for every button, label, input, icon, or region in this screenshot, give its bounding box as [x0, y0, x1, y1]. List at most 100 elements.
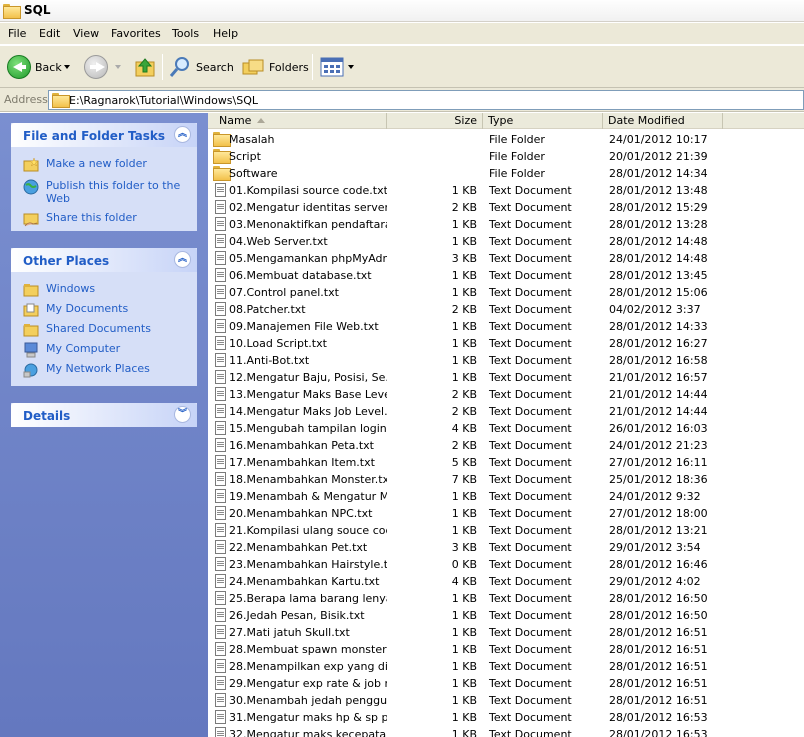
folders-button[interactable]: Folders — [241, 53, 309, 81]
file-row[interactable]: 08.Patcher.txt 2 KB Text Document 04/02/201… — [208, 301, 804, 318]
file-row[interactable]: 28.Menampilkan exp yang di ... 1 KB Text D… — [208, 658, 804, 675]
text-file-icon — [213, 676, 229, 691]
column-size[interactable]: Size — [387, 113, 483, 129]
file-type: Text Document — [489, 252, 572, 265]
panel-title: Other Places — [23, 254, 110, 268]
text-file-icon — [213, 591, 229, 606]
panel-header[interactable]: File and Folder Tasks ︽ — [11, 123, 197, 147]
menu-view[interactable]: View — [73, 27, 99, 40]
column-name[interactable]: Name — [208, 113, 387, 129]
address-path: E:\Ragnarok\Tutorial\Windows\SQL — [69, 94, 259, 107]
shared-folder-icon — [23, 324, 39, 337]
forward-button[interactable] — [84, 53, 108, 81]
menu-edit[interactable]: Edit — [39, 27, 60, 40]
menu-tools[interactable]: Tools — [172, 27, 199, 40]
file-type: Text Document — [489, 643, 572, 656]
file-type: Text Document — [489, 320, 572, 333]
file-row[interactable]: 21.Kompilasi ulang souce cod... 1 KB Text … — [208, 522, 804, 539]
file-type: Text Document — [489, 269, 572, 282]
column-type[interactable]: Type — [483, 113, 603, 129]
file-row[interactable]: 20.Menambahkan NPC.txt 1 KB Text Document 2… — [208, 505, 804, 522]
file-row[interactable]: 13.Mengatur Maks Base Level... 2 KB Text D… — [208, 386, 804, 403]
file-size: 1 KB — [451, 643, 477, 656]
file-type: Text Document — [489, 184, 572, 197]
file-row[interactable]: 27.Mati jatuh Skull.txt 1 KB Text Document… — [208, 624, 804, 641]
file-row[interactable]: 11.Anti-Bot.txt 1 KB Text Document 28/01/20… — [208, 352, 804, 369]
file-row[interactable]: 09.Manajemen File Web.txt 1 KB Text Docume… — [208, 318, 804, 335]
file-row[interactable]: 14.Mengatur Maks Job Level.txt 2 KB Text D… — [208, 403, 804, 420]
file-row[interactable]: 22.Menambahkan Pet.txt 3 KB Text Document 2… — [208, 539, 804, 556]
menu-favorites[interactable]: Favorites — [111, 27, 161, 40]
share-folder-icon — [23, 213, 39, 227]
text-file-icon — [213, 268, 229, 283]
collapse-up-icon[interactable]: ︽ — [174, 251, 191, 268]
file-row[interactable]: 03.Menonaktifkan pendaftara... 1 KB Text D… — [208, 216, 804, 233]
file-row[interactable]: 32.Mengatur maks kecepatan ... 1 KB Text D… — [208, 726, 804, 737]
file-row[interactable]: Script File Folder 20/01/2012 21:39 — [208, 148, 804, 165]
file-date: 28/01/2012 16:50 — [609, 609, 708, 622]
text-file-icon — [213, 302, 229, 317]
text-file-icon — [213, 574, 229, 589]
file-row[interactable]: 23.Menambahkan Hairstyle.txt 0 KB Text Doc… — [208, 556, 804, 573]
file-row[interactable]: 15.Mengubah tampilan login.txt 4 KB Text D… — [208, 420, 804, 437]
file-row[interactable]: 26.Jedah Pesan, Bisik.txt 1 KB Text Docume… — [208, 607, 804, 624]
file-size: 2 KB — [451, 201, 477, 214]
file-row[interactable]: Software File Folder 28/01/2012 14:34 — [208, 165, 804, 182]
file-row[interactable]: 16.Menambahkan Peta.txt 2 KB Text Document… — [208, 437, 804, 454]
toolbar-separator — [162, 54, 163, 80]
toolbar-separator — [312, 54, 313, 80]
up-button[interactable] — [133, 53, 157, 81]
file-row[interactable]: 31.Mengatur maks hp & sp pe... 1 KB Text D… — [208, 709, 804, 726]
file-type: Text Document — [489, 541, 572, 554]
column-date-modified[interactable]: Date Modified — [603, 113, 723, 129]
address-input[interactable]: E:\Ragnarok\Tutorial\Windows\SQL — [48, 90, 804, 110]
menu-help[interactable]: Help — [213, 27, 238, 40]
search-button[interactable]: Search — [168, 53, 234, 81]
place-my-documents[interactable]: My Documents — [11, 302, 197, 318]
panel-header[interactable]: Other Places ︽ — [11, 248, 197, 272]
file-row[interactable]: 04.Web Server.txt 1 KB Text Document 28/01/… — [208, 233, 804, 250]
file-row[interactable]: 25.Berapa lama barang lenya... 1 KB Text D… — [208, 590, 804, 607]
file-row[interactable]: 30.Menambah jedah penggun... 1 KB Text Doc… — [208, 692, 804, 709]
text-file-icon — [213, 285, 229, 300]
file-row[interactable]: Masalah File Folder 24/01/2012 10:17 — [208, 131, 804, 148]
panel-header[interactable]: Details ︾ — [11, 403, 197, 427]
file-date: 21/01/2012 14:44 — [609, 388, 708, 401]
back-button[interactable]: Back — [7, 53, 62, 81]
file-row[interactable]: 28.Membuat spawn monster s... 1 KB Text Do… — [208, 641, 804, 658]
file-type: Text Document — [489, 711, 572, 724]
expand-down-icon[interactable]: ︾ — [174, 406, 191, 423]
file-name: 16.Menambahkan Peta.txt — [229, 439, 374, 452]
make-new-folder-link[interactable]: Make a new folder — [11, 157, 197, 173]
place-windows[interactable]: Windows — [11, 282, 197, 298]
place-my-network-places[interactable]: My Network Places — [11, 362, 197, 378]
file-row[interactable]: 18.Menambahkan Monster.txt 7 KB Text Docum… — [208, 471, 804, 488]
publish-folder-link[interactable]: Publish this folder to the Web — [11, 179, 197, 205]
file-name: 25.Berapa lama barang lenya... — [229, 592, 387, 605]
forward-dropdown[interactable] — [115, 53, 121, 81]
file-row[interactable]: 12.Mengatur Baju, Posisi, Se... 1 KB Text … — [208, 369, 804, 386]
views-button[interactable] — [320, 53, 354, 81]
file-row[interactable]: 10.Load Script.txt 1 KB Text Document 28/01… — [208, 335, 804, 352]
place-my-computer[interactable]: My Computer — [11, 342, 197, 358]
file-date: 20/01/2012 21:39 — [609, 150, 708, 163]
file-row[interactable]: 05.Mengamankan phpMyAdmi... 3 KB Text Docu… — [208, 250, 804, 267]
file-type: File Folder — [489, 133, 545, 146]
collapse-up-icon[interactable]: ︽ — [174, 126, 191, 143]
file-row[interactable]: 01.Kompilasi source code.txt 1 KB Text Doc… — [208, 182, 804, 199]
file-type: Text Document — [489, 303, 572, 316]
file-row[interactable]: 24.Menambahkan Kartu.txt 4 KB Text Documen… — [208, 573, 804, 590]
column-size-label: Size — [454, 114, 477, 127]
back-dropdown[interactable] — [64, 53, 70, 81]
place-shared-documents[interactable]: Shared Documents — [11, 322, 197, 338]
file-row[interactable]: 02.Mengatur identitas server.... 2 KB Text… — [208, 199, 804, 216]
folder-icon — [213, 166, 231, 181]
file-row[interactable]: 17.Menambahkan Item.txt 5 KB Text Document… — [208, 454, 804, 471]
share-folder-link[interactable]: Share this folder — [11, 211, 197, 227]
menu-file[interactable]: File — [8, 27, 26, 40]
file-row[interactable]: 06.Membuat database.txt 1 KB Text Document… — [208, 267, 804, 284]
task-label: Make a new folder — [46, 157, 147, 170]
file-row[interactable]: 19.Menambah & Mengatur Mu... 1 KB Text Doc… — [208, 488, 804, 505]
file-row[interactable]: 07.Control panel.txt 1 KB Text Document 28/… — [208, 284, 804, 301]
file-row[interactable]: 29.Mengatur exp rate & job r... 1 KB Text … — [208, 675, 804, 692]
